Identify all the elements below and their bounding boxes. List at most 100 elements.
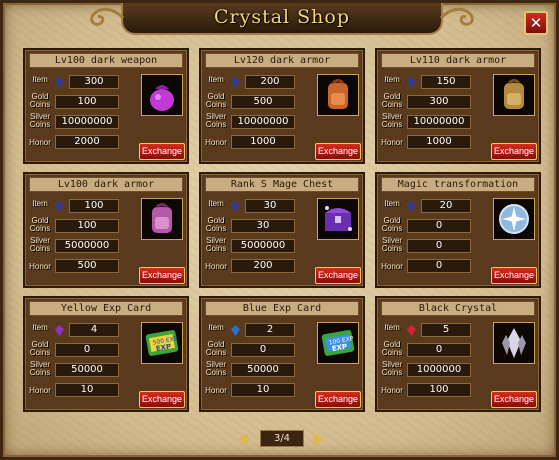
honor-cost: 500 [55,259,119,273]
item-name: Lv100 dark armor [29,177,183,192]
gold-coins-cost: 300 [407,95,471,109]
next-page-arrow-icon[interactable] [314,433,324,445]
gem-icon [231,77,240,88]
silver-coins-cost: 5000000 [231,239,295,253]
silver-coins-label: Silver Coins [205,236,227,253]
silver-coins-cost: 0 [407,239,471,253]
gold-coins-cost: 500 [231,95,295,109]
honor-cost: 2000 [55,135,119,149]
gold-coins-cost: 0 [55,343,119,357]
silver-coins-cost: 50000 [231,363,295,377]
gem-icon [407,325,416,336]
window-title: Crystal Shop [213,6,351,28]
silver-coins-label: Silver Coins [29,236,51,253]
item-icon-frame [141,74,183,116]
silver-coins-label: Silver Coins [205,360,227,377]
exchange-button[interactable]: Exchange [315,143,361,160]
gem-icon [407,201,416,212]
exchange-button[interactable]: Exchange [315,391,361,408]
gold-coins-cost: 30 [231,219,295,233]
honor-cost: 0 [407,259,471,273]
close-button[interactable]: ✕ [524,11,548,35]
black-crystal-icon [502,328,526,358]
exchange-button[interactable]: Exchange [315,267,361,284]
shop-item-card: Black Crystal Item 5 Gold Coins 0 Silver… [375,296,541,412]
silver-coins-label: Silver Coins [381,360,403,377]
shop-item-card: Lv120 dark armor Item 200 Gold Coins 500… [199,48,365,164]
shop-item-card: Lv110 dark armor Item 150 Gold Coins 300… [375,48,541,164]
honor-label: Honor [29,138,51,147]
item-name: Lv100 dark weapon [29,53,183,68]
silver-coins-cost: 10000000 [231,115,295,129]
shop-item-card: Magic transformation Item 20 Gold Coins … [375,172,541,288]
exchange-button[interactable]: Exchange [491,267,537,284]
item-label: Item [384,199,400,208]
silver-coins-cost: 50000 [55,363,119,377]
exchange-button[interactable]: Exchange [139,267,185,284]
item-icon-frame [317,198,359,240]
honor-label: Honor [381,262,403,271]
item-name: Magic transformation [381,177,535,192]
exchange-button[interactable]: Exchange [491,391,537,408]
gold-coins-label: Gold Coins [381,92,403,109]
shop-item-card: Yellow Exp Card Item 4 Gold Coins 0 Silv… [23,296,189,412]
item-icon-frame: 500 EXP EXP [141,322,183,364]
pink-backpack-icon [152,203,172,233]
gold-coins-label: Gold Coins [29,340,51,357]
silver-coins-label: Silver Coins [205,112,227,129]
prev-page-arrow-icon[interactable] [238,433,248,445]
honor-label: Honor [205,138,227,147]
gold-coins-label: Gold Coins [29,92,51,109]
item-label: Item [384,75,400,84]
yellow-exp-card-icon: 500 EXPEXP [145,330,178,356]
item-cost: 5 [421,323,471,337]
silver-coins-label: Silver Coins [381,112,403,129]
exchange-button[interactable]: Exchange [491,143,537,160]
exchange-button[interactable]: Exchange [139,391,185,408]
silver-coins-label: Silver Coins [381,236,403,253]
close-icon: ✕ [529,14,543,32]
gold-coins-cost: 0 [231,343,295,357]
honor-cost: 10 [55,383,119,397]
silver-coins-cost: 5000000 [55,239,119,253]
item-cost: 100 [69,199,119,213]
exchange-button[interactable]: Exchange [139,143,185,160]
crystal-shop-window: Crystal Shop ✕ Lv100 dark weapon Item 30… [0,0,559,460]
item-icon-frame [317,74,359,116]
item-label: Item [32,199,48,208]
gem-icon [55,201,64,212]
silver-coins-cost: 1000000 [407,363,471,377]
gold-coins-label: Gold Coins [29,216,51,233]
item-icon-frame: 100 EXP EXP [317,322,359,364]
gold-coins-label: Gold Coins [381,216,403,233]
compass-icon [499,204,529,234]
gold-coins-label: Gold Coins [205,92,227,109]
purple-bag-icon [150,85,174,111]
shop-item-card: Lv100 dark weapon Item 300 Gold Coins 10… [23,48,189,164]
title-bar: Crystal Shop [90,3,474,35]
item-label: Item [208,323,224,332]
item-cost: 20 [421,199,471,213]
item-label: Item [32,323,48,332]
item-name: Blue Exp Card [205,301,359,316]
tan-backpack-icon [504,79,524,109]
honor-label: Honor [205,386,227,395]
honor-cost: 100 [407,383,471,397]
item-label: Item [32,75,48,84]
honor-label: Honor [205,262,227,271]
item-icon-frame [141,198,183,240]
gem-icon [55,325,64,336]
gold-coins-cost: 100 [55,219,119,233]
item-icon-frame [493,74,535,116]
orange-backpack-icon [328,79,348,109]
item-name: Lv120 dark armor [205,53,359,68]
item-cost: 300 [69,75,119,89]
item-cost: 30 [245,199,295,213]
item-icon-frame [493,322,535,364]
item-name: Lv110 dark armor [381,53,535,68]
item-label: Item [208,199,224,208]
silver-coins-cost: 10000000 [55,115,119,129]
honor-cost: 1000 [231,135,295,149]
honor-cost: 200 [231,259,295,273]
gem-icon [55,77,64,88]
